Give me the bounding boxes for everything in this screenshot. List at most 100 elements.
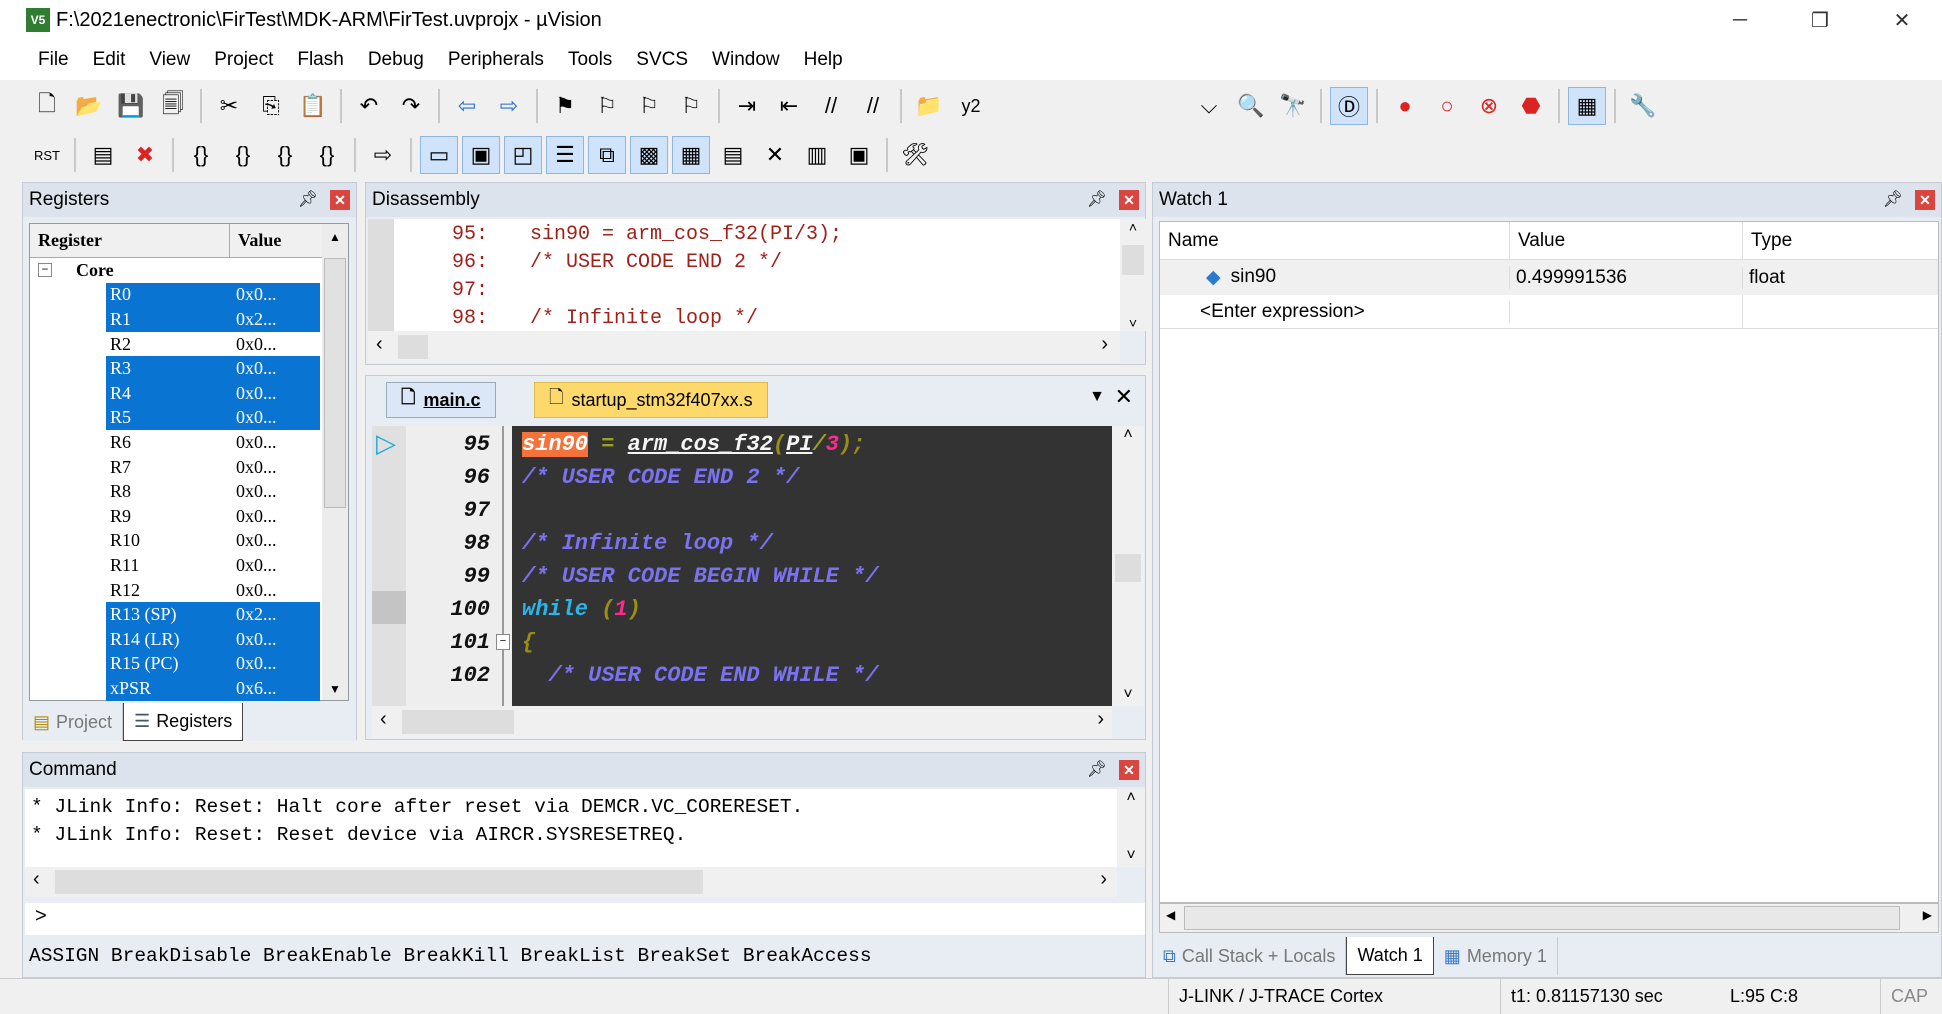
unindent-button[interactable]: ⇤: [770, 87, 808, 125]
disassembly-hscroll[interactable]: ‹ ›: [368, 331, 1120, 363]
reset-button[interactable]: RST: [28, 136, 66, 174]
watch-value[interactable]: 0.499991536: [1510, 266, 1743, 289]
tree-group-core[interactable]: − Core: [30, 258, 348, 283]
run-button[interactable]: ▤: [84, 136, 122, 174]
bookmark-prev-button[interactable]: ⚐: [588, 87, 626, 125]
menu-debug[interactable]: Debug: [356, 49, 436, 71]
disassembly-view[interactable]: 95: sin90 = arm_cos_f32(PI/3); 96: /* USER …: [368, 219, 1120, 331]
close-tab-icon[interactable]: ✕: [1115, 384, 1133, 410]
nav-back-button[interactable]: ⇦: [448, 87, 486, 125]
code-line[interactable]: 96 /* USER CODE END 2 */: [372, 461, 1112, 494]
memory-window-button[interactable]: ▦: [672, 136, 710, 174]
collapse-icon[interactable]: −: [38, 263, 52, 278]
uncomment-button[interactable]: //: [854, 87, 892, 125]
trace-window-button[interactable]: ▥: [798, 136, 836, 174]
register-row[interactable]: R3 0x0...: [30, 356, 348, 381]
code-line[interactable]: 98 /* Infinite loop */: [372, 527, 1112, 560]
menu-project[interactable]: Project: [202, 49, 285, 71]
step-into-button[interactable]: {}: [182, 136, 220, 174]
pin-icon[interactable]: 📌︎: [298, 189, 318, 209]
menu-svcs[interactable]: SVCS: [624, 49, 700, 71]
maximize-button[interactable]: ❐: [1780, 0, 1860, 40]
step-over-button[interactable]: {}: [224, 136, 262, 174]
comment-button[interactable]: //: [812, 87, 850, 125]
register-row[interactable]: R10 0x0...: [30, 529, 348, 554]
paste-button[interactable]: 📋: [294, 87, 332, 125]
register-row[interactable]: R5 0x0...: [30, 405, 348, 431]
command-input[interactable]: >: [25, 903, 1145, 935]
editor-hscroll[interactable]: ‹ ›: [372, 706, 1112, 738]
redo-button[interactable]: ↷: [392, 87, 430, 125]
disassembly-line[interactable]: 97:: [408, 279, 854, 307]
disassembly-vscroll[interactable]: ˄ ˅: [1120, 219, 1146, 331]
tab-list-dropdown-icon[interactable]: ▼: [1089, 388, 1105, 406]
disassembly-window-button[interactable]: ▣: [462, 136, 500, 174]
tab-memory-1[interactable]: ▦ Memory 1: [1434, 937, 1558, 975]
debug-session-button[interactable]: Ⓓ: [1330, 87, 1368, 125]
close-panel-button[interactable]: ✕: [1915, 190, 1935, 210]
register-row[interactable]: R4 0x0...: [30, 380, 348, 406]
column-name[interactable]: Name: [1160, 222, 1510, 259]
code-editor[interactable]: ▷ − 95 sin90 = arm_cos_f32(PI/3); 96/* USE…: [372, 426, 1112, 706]
symbols-window-button[interactable]: ◰: [504, 136, 542, 174]
register-row[interactable]: R12 0x0...: [30, 578, 348, 603]
tab-project[interactable]: ▤ Project: [23, 703, 124, 741]
register-row[interactable]: xPSR 0x6...: [30, 676, 348, 701]
disassembly-line[interactable]: 95: sin90 = arm_cos_f32(PI/3);: [408, 223, 854, 251]
tab-watch-1[interactable]: Watch 1: [1346, 937, 1434, 975]
register-row[interactable]: R14 (LR) 0x0...: [30, 626, 348, 652]
copy-button[interactable]: ⎘: [252, 87, 290, 125]
register-row[interactable]: R0 0x0...: [30, 282, 348, 308]
find-button[interactable]: 🔍: [1232, 87, 1270, 125]
analysis-window-button[interactable]: ✕: [756, 136, 794, 174]
code-line[interactable]: 95 sin90 = arm_cos_f32(PI/3);: [372, 428, 1112, 461]
register-row[interactable]: R15 (PC) 0x0...: [30, 651, 348, 677]
tab-registers[interactable]: ☰ Registers: [123, 703, 244, 741]
menu-flash[interactable]: Flash: [285, 49, 355, 71]
menu-file[interactable]: File: [26, 49, 81, 71]
step-out-button[interactable]: {}: [266, 136, 304, 174]
command-vscroll[interactable]: ˄ ˅: [1117, 789, 1145, 867]
code-line[interactable]: 102 /* USER CODE END WHILE */: [372, 659, 1112, 692]
code-line[interactable]: 97: [372, 494, 1112, 527]
indent-button[interactable]: ⇥: [728, 87, 766, 125]
bookmark-clear-button[interactable]: ⚐: [672, 87, 710, 125]
register-row[interactable]: R7 0x0...: [30, 455, 348, 480]
column-value[interactable]: Value: [1510, 222, 1743, 259]
show-next-statement-button[interactable]: ⇨: [364, 136, 402, 174]
watch-window-button[interactable]: ▩: [630, 136, 668, 174]
register-row[interactable]: R6 0x0...: [30, 430, 348, 455]
undo-button[interactable]: ↶: [350, 87, 388, 125]
toolbar-label[interactable]: y2: [952, 87, 990, 125]
new-file-button[interactable]: 🗋: [28, 87, 66, 125]
register-row[interactable]: R11 0x0...: [30, 553, 348, 578]
code-line[interactable]: 101 {: [372, 626, 1112, 659]
run-to-cursor-button[interactable]: {}: [308, 136, 346, 174]
bookmark-next-button[interactable]: ⚐: [630, 87, 668, 125]
system-viewer-button[interactable]: ▣: [840, 136, 878, 174]
menu-tools[interactable]: Tools: [556, 49, 624, 71]
open-folder-button[interactable]: 📂: [70, 87, 108, 125]
incremental-find-button[interactable]: 🔭: [1274, 87, 1312, 125]
dropdown-button[interactable]: ⌵: [1190, 87, 1228, 125]
menu-edit[interactable]: Edit: [81, 49, 138, 71]
breakpoint-kill-button[interactable]: ⊗: [1470, 87, 1508, 125]
menu-help[interactable]: Help: [792, 49, 855, 71]
column-value[interactable]: Value: [230, 224, 320, 257]
register-row[interactable]: R1 0x2...: [30, 307, 348, 332]
watch-row[interactable]: ◆ sin90 0.499991536 float: [1160, 260, 1938, 295]
save-button[interactable]: 💾: [112, 87, 150, 125]
menu-view[interactable]: View: [137, 49, 202, 71]
close-panel-button[interactable]: ✕: [1119, 190, 1139, 210]
stop-button[interactable]: ✖: [126, 136, 164, 174]
registers-window-button[interactable]: ☰: [546, 136, 584, 174]
tab-startup-file[interactable]: 🗋 startup_stm32f407xx.s: [534, 382, 768, 418]
register-row[interactable]: R8 0x0...: [30, 479, 348, 504]
bookmark-button[interactable]: ⚑: [546, 87, 584, 125]
column-type[interactable]: Type: [1743, 222, 1800, 259]
pin-icon[interactable]: 📌︎: [1087, 189, 1107, 209]
code-line[interactable]: 100 while (1): [372, 593, 1112, 626]
toolbox-button[interactable]: 🛠: [896, 136, 934, 174]
enter-expression-row[interactable]: <Enter expression>: [1160, 294, 1938, 329]
breakpoint-button[interactable]: ●: [1386, 87, 1424, 125]
